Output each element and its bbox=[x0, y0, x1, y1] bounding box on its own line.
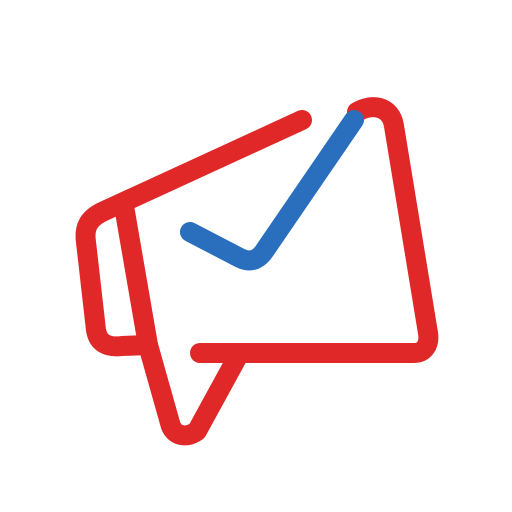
megaphone-check-icon bbox=[75, 97, 439, 446]
logo-canvas bbox=[0, 0, 512, 512]
megaphone-outline bbox=[75, 110, 312, 446]
